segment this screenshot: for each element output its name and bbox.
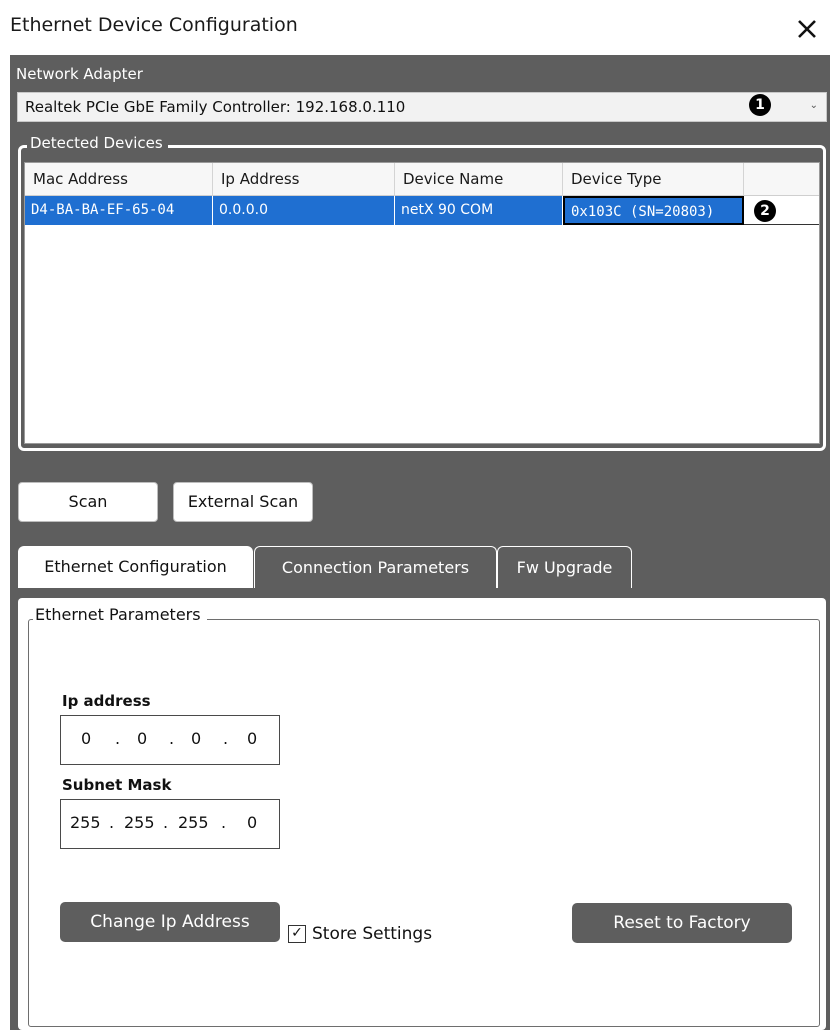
devices-table[interactable]: Mac Address Ip Address Device Name Devic… [24, 162, 820, 444]
scan-button[interactable]: Scan [18, 482, 158, 522]
table-header: Mac Address Ip Address Device Name Devic… [25, 163, 819, 196]
subnet-mask-field[interactable]: 255 . 255 . 255 . 0 [60, 799, 280, 849]
table-row[interactable]: D4-BA-BA-EF-65-04 0.0.0.0 netX 90 COM 0x… [25, 196, 819, 225]
external-scan-button[interactable]: External Scan [173, 482, 313, 522]
title-bar: Ethernet Device Configuration [0, 0, 830, 55]
column-header-ip[interactable]: Ip Address [213, 163, 395, 196]
column-header-name[interactable]: Device Name [395, 163, 563, 196]
ip-dot: . [169, 729, 175, 748]
store-settings-label: Store Settings [312, 924, 433, 944]
ip-octet-4: 0 [247, 729, 258, 748]
network-adapter-label: Network Adapter [16, 65, 143, 83]
ip-octet-3: 0 [191, 729, 202, 748]
ip-octet-2: 0 [137, 729, 148, 748]
tab-connection-parameters[interactable]: Connection Parameters [254, 546, 497, 588]
ip-octet-1: 0 [81, 729, 92, 748]
mask-dot: . [163, 813, 169, 832]
ip-dot: . [223, 729, 229, 748]
cell-ip: 0.0.0.0 [213, 196, 395, 225]
change-ip-address-button[interactable]: Change Ip Address [60, 902, 280, 942]
reset-to-factory-button[interactable]: Reset to Factory [572, 903, 792, 943]
mask-dot: . [221, 813, 227, 832]
mask-octet-2: 255 [124, 813, 155, 832]
mask-octet-3: 255 [178, 813, 209, 832]
close-icon [798, 20, 816, 38]
column-header-mac[interactable]: Mac Address [25, 163, 213, 196]
network-adapter-value: Realtek PCIe GbE Family Controller: 192.… [25, 98, 406, 116]
column-header-type[interactable]: Device Type [563, 163, 744, 196]
chevron-down-icon: ⌄ [809, 100, 818, 111]
window-title: Ethernet Device Configuration [10, 14, 298, 36]
cell-device-name: netX 90 COM [395, 196, 563, 225]
ip-address-field[interactable]: 0 . 0 . 0 . 0 [60, 715, 280, 765]
cell-mac: D4-BA-BA-EF-65-04 [25, 196, 213, 225]
cell-device-type: 0x103C (SN=20803) [563, 196, 744, 225]
tab-ethernet-configuration[interactable]: Ethernet Configuration [18, 546, 253, 588]
detected-devices-legend: Detected Devices [27, 134, 168, 152]
mask-octet-1: 255 [70, 813, 101, 832]
ip-address-label: Ip address [62, 692, 151, 710]
tab-fw-upgrade[interactable]: Fw Upgrade [497, 546, 632, 588]
callout-marker-1: 1 [749, 94, 771, 116]
mask-dot: . [109, 813, 115, 832]
subnet-mask-label: Subnet Mask [62, 776, 172, 794]
ip-dot: . [115, 729, 121, 748]
ethernet-parameters-legend: Ethernet Parameters [33, 605, 207, 624]
close-button[interactable] [790, 12, 824, 46]
mask-octet-4: 0 [247, 813, 258, 832]
store-settings-checkbox[interactable]: ✓ [288, 925, 306, 943]
network-adapter-select[interactable]: Realtek PCIe GbE Family Controller: 192.… [17, 92, 827, 122]
callout-marker-2: 2 [754, 200, 776, 222]
